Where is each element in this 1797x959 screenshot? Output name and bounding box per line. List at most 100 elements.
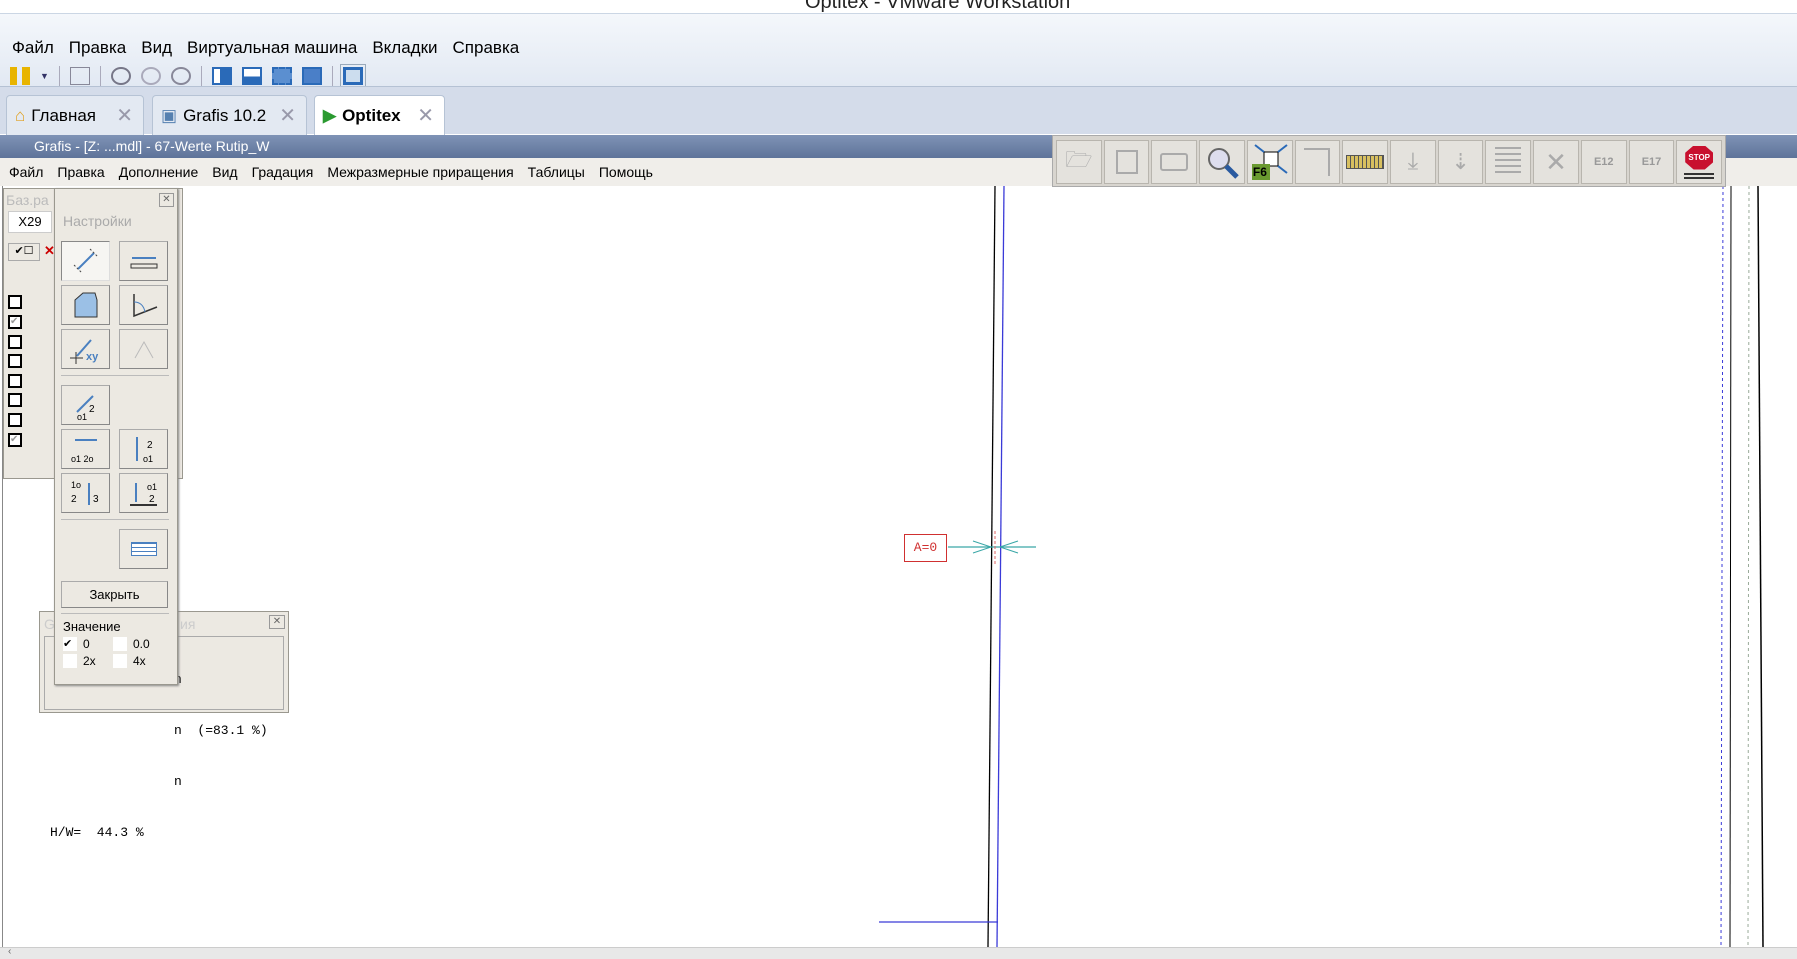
area-button[interactable] <box>61 285 110 325</box>
checkbox[interactable] <box>8 413 22 427</box>
table-button[interactable] <box>119 529 168 569</box>
piece-icon <box>1304 148 1331 176</box>
horizontal-measure-icon <box>130 257 157 269</box>
snapshot-icon[interactable] <box>110 67 131 85</box>
baseline-distance-button[interactable]: o1 2 <box>119 473 168 513</box>
option-label: 0.0 <box>133 637 150 651</box>
grafis-menu-file[interactable]: Файл <box>9 164 43 180</box>
dropdown-icon[interactable]: ▼ <box>40 71 49 81</box>
tab-grafis[interactable]: ▣ Grafis 10.2 ✕ <box>152 95 307 135</box>
checkbox-checked[interactable]: ✔ <box>8 315 22 329</box>
peak-button[interactable] <box>119 329 168 369</box>
f6-label: F6 <box>1252 165 1267 179</box>
close-icon[interactable]: ✕ <box>269 615 285 629</box>
option-0.0-checkbox[interactable] <box>113 637 127 651</box>
sidebar-view-icon[interactable] <box>211 67 232 85</box>
hatched-area-icon <box>74 292 97 318</box>
window-title: Optitex - VMware Workstation <box>805 0 1071 13</box>
checkbox[interactable] <box>8 393 22 407</box>
option-4x-checkbox[interactable] <box>113 654 127 668</box>
distance-icon <box>73 248 98 274</box>
close-icon[interactable]: ✕ <box>116 103 133 128</box>
console-view-icon[interactable] <box>241 67 262 85</box>
grade-table-button[interactable] <box>1485 140 1532 184</box>
settings-panel: ✕ Настройки xy 2 o1 o1 2o 2 o1 1o 2 3 o1 2 За… <box>54 188 178 685</box>
grafis-menu-extras[interactable]: Дополнение <box>119 164 199 180</box>
tab-optitex[interactable]: ▶ Optitex ✕ <box>314 95 445 135</box>
close-icon[interactable]: ✕ <box>159 193 174 207</box>
fit-f6-button[interactable]: F6 <box>1246 140 1293 184</box>
window-titlebar: Optitex - VMware Workstation <box>0 0 1797 14</box>
point-horizontal-button[interactable]: o1 2o <box>61 429 110 469</box>
hw-ratio: H/W= 44.3 % <box>50 825 144 840</box>
coordinates-button[interactable]: xy <box>61 329 110 369</box>
measure-tape-button[interactable] <box>1342 140 1389 184</box>
place-down-button[interactable]: ⤓ <box>1390 140 1436 184</box>
svg-text:o1: o1 <box>77 412 87 420</box>
three-point-button[interactable]: 1o 2 3 <box>61 473 110 513</box>
close-icon[interactable]: ✕ <box>279 103 296 128</box>
checkbox[interactable] <box>8 335 22 349</box>
checkbox[interactable] <box>8 354 22 368</box>
menu-view[interactable]: Вид <box>141 38 172 58</box>
menu-help[interactable]: Справка <box>453 38 520 58</box>
check-all-button[interactable]: ✔☐ <box>8 243 40 261</box>
horizontal-distance-button[interactable] <box>119 241 168 281</box>
piece-button[interactable] <box>1294 140 1341 184</box>
zoom-button[interactable] <box>1199 140 1245 184</box>
info-line: n (=83.1 %) <box>174 723 268 738</box>
stop-button[interactable]: STOP <box>1676 140 1723 184</box>
tab-home[interactable]: ⌂ Главная ✕ <box>6 95 144 135</box>
menu-edit[interactable]: Правка <box>69 38 126 58</box>
peak-icon <box>134 340 153 359</box>
point-vertical-button[interactable]: 2 o1 <box>119 429 168 469</box>
point-horizontal-icon: o1 2o <box>71 439 97 464</box>
close-button[interactable]: Закрыть <box>61 581 168 608</box>
tab-label: Grafis 10.2 <box>183 105 267 125</box>
vm-icon: ▣ <box>161 105 178 125</box>
place-line-button[interactable]: ⇣ <box>1437 140 1484 184</box>
grafis-menu-help[interactable]: Помощь <box>599 164 653 180</box>
thumbnail-view-icon[interactable] <box>339 64 366 88</box>
grafis-menu-tables[interactable]: Таблицы <box>528 164 585 180</box>
divider <box>61 375 169 376</box>
point-distance-button[interactable]: 2 o1 <box>61 385 110 425</box>
revert-snapshot-icon[interactable] <box>140 67 161 85</box>
grafis-toolbar: 🗁 F6 ⤓ ⇣ ✕ E12 E17 STOP <box>1052 135 1726 187</box>
horizontal-scrollbar[interactable]: ‹ <box>0 946 1797 959</box>
value-label: Значение <box>63 619 121 634</box>
open-button[interactable]: 🗁 <box>1056 140 1102 184</box>
menu-vm[interactable]: Виртуальная машина <box>187 38 357 58</box>
grafis-menu-size-increments[interactable]: Межразмерные приращения <box>327 164 513 180</box>
angle-button[interactable] <box>119 285 168 325</box>
fullscreen-icon[interactable] <box>271 67 292 85</box>
checkbox[interactable] <box>8 295 22 309</box>
snapshot-manager-icon[interactable] <box>170 67 191 85</box>
x-table-button[interactable]: ✕ <box>1533 140 1579 184</box>
unity-icon[interactable] <box>301 67 322 85</box>
send-keys-icon[interactable] <box>69 67 90 85</box>
menu-file[interactable]: Файл <box>12 38 54 58</box>
annotation-label[interactable]: A=0 <box>904 534 947 562</box>
close-icon[interactable]: ✕ <box>417 103 434 128</box>
zoom-icon <box>1208 148 1239 179</box>
checkbox[interactable] <box>8 374 22 388</box>
checkbox-checked[interactable]: ✔ <box>8 433 22 447</box>
pause-icon[interactable] <box>10 67 30 85</box>
distance-tool-button[interactable] <box>61 241 110 281</box>
option-0-checkbox[interactable]: ✔ <box>63 637 77 651</box>
grafis-menu-edit[interactable]: Правка <box>57 164 104 180</box>
print-button[interactable] <box>1151 140 1198 184</box>
grafis-menu-view[interactable]: Вид <box>212 164 237 180</box>
e17-button[interactable]: E17 <box>1628 140 1675 184</box>
svg-text:2: 2 <box>89 404 95 415</box>
base-field[interactable]: X29 <box>8 211 52 233</box>
print-icon <box>1160 153 1189 171</box>
option-2x-checkbox[interactable] <box>63 654 77 668</box>
e12-button[interactable]: E12 <box>1580 140 1627 184</box>
point-vertical-icon: 2o1 <box>135 437 153 464</box>
place-line-icon: ⇣ <box>1451 149 1470 174</box>
grafis-menu-grading[interactable]: Градация <box>252 164 314 180</box>
save-button[interactable] <box>1103 140 1150 184</box>
menu-tabs[interactable]: Вкладки <box>372 38 437 58</box>
